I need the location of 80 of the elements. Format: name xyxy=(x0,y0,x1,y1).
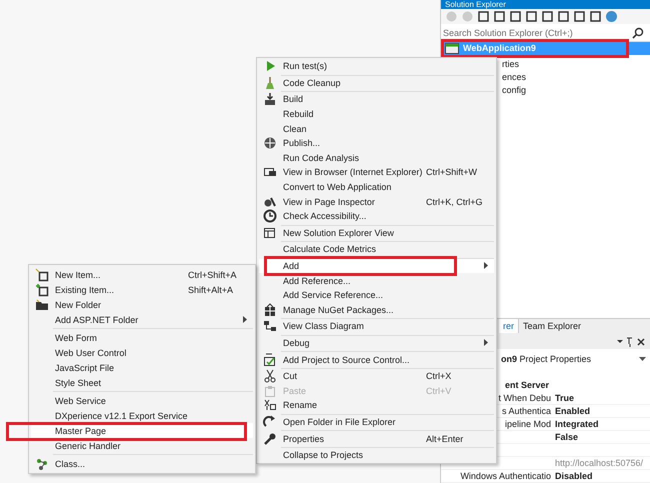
package-icon xyxy=(263,302,277,317)
broom-icon xyxy=(263,76,277,90)
menu-item[interactable]: Class... xyxy=(31,456,253,471)
toolbar-icon[interactable] xyxy=(557,10,570,23)
search-field[interactable]: Search Solution Explorer (Ctrl+;) xyxy=(443,28,632,38)
property-value: Disabled xyxy=(555,470,593,482)
menu-item[interactable]: Web Service xyxy=(31,393,253,408)
menu-item[interactable]: Debug xyxy=(259,336,494,350)
toolbar-icon[interactable] xyxy=(589,10,602,23)
panel-tab[interactable]: Team Explorer xyxy=(518,319,586,333)
menu-item[interactable]: Open Folder in File Explorer xyxy=(259,414,494,430)
menu-item[interactable]: Style Sheet xyxy=(31,375,253,390)
menu-item[interactable]: Cut Ctrl+X xyxy=(259,368,494,384)
menu-item[interactable]: Add Service Reference... xyxy=(259,288,494,302)
property-value: Enabled xyxy=(555,405,590,417)
menu-item[interactable]: Build xyxy=(259,92,494,107)
toolbar-icon[interactable] xyxy=(541,10,554,23)
menu-item[interactable]: Manage NuGet Packages... xyxy=(259,302,494,318)
build-icon xyxy=(263,92,277,106)
folder-icon xyxy=(35,298,49,312)
property-value: http://localhost:50756/ xyxy=(555,457,644,469)
menu-item[interactable]: Add Reference... xyxy=(259,273,494,288)
property-value: True xyxy=(555,392,574,404)
menu-item[interactable]: New Solution Explorer View xyxy=(259,226,494,240)
menu-item[interactable]: Run Code Analysis xyxy=(259,150,494,166)
menu-item[interactable]: Run test(s) xyxy=(259,59,494,74)
redo-icon xyxy=(263,414,277,429)
property-name: Windows Authenticatio xyxy=(459,470,552,482)
menu-item[interactable]: Code Cleanup xyxy=(259,76,494,90)
sourcecontrol-icon xyxy=(263,352,277,367)
menu-item[interactable]: Add ASP.NET Folder xyxy=(31,312,253,327)
menu-item[interactable]: View in Browser (Internet Explorer) Ctrl+Shift+W xyxy=(259,165,494,180)
property-name: s Authentica xyxy=(500,405,552,417)
menu-item[interactable]: Add xyxy=(259,258,494,274)
property-name: ipeline Mod xyxy=(504,418,552,430)
diagram-icon xyxy=(263,319,277,334)
menu-item[interactable]: Publish... xyxy=(259,136,494,151)
toolbar-icon[interactable] xyxy=(477,10,490,23)
rename-icon xyxy=(263,398,277,412)
window-icon xyxy=(263,226,277,240)
menu-item[interactable]: View Class Diagram xyxy=(259,319,494,334)
menu-item[interactable]: Calculate Code Metrics xyxy=(259,242,494,257)
panel-tab[interactable]: rer xyxy=(499,319,518,333)
globe-icon xyxy=(263,136,277,150)
menu-item[interactable]: Existing Item... Shift+Alt+A xyxy=(31,282,253,297)
menu-item[interactable]: DXperience v12.1 Export Service xyxy=(31,408,253,423)
menu-item[interactable]: Rename xyxy=(259,398,494,413)
clock-icon xyxy=(263,209,277,224)
property-value: Integrated xyxy=(555,418,599,430)
panel-title: Solution Explorer xyxy=(444,0,506,9)
scissors-icon xyxy=(263,369,277,384)
existing-icon xyxy=(35,282,49,296)
toolbar-icon[interactable] xyxy=(573,10,586,23)
menu-item[interactable]: Web User Control xyxy=(31,345,253,360)
inspector-icon xyxy=(263,194,277,209)
property-name: t When Debu xyxy=(497,392,552,404)
menu-item[interactable]: Generic Handler xyxy=(31,438,253,453)
property-value: False xyxy=(555,431,578,443)
class-icon xyxy=(35,456,49,470)
menu-item[interactable]: New Folder xyxy=(31,297,253,312)
toolbar-icon[interactable] xyxy=(493,10,506,23)
menu-item[interactable]: Properties Alt+Enter xyxy=(259,431,494,446)
dropdown-arrow-icon xyxy=(639,356,646,362)
toolbar-icon[interactable] xyxy=(509,10,522,23)
pin-close-icon[interactable] xyxy=(616,337,646,347)
menu-item[interactable]: Rebuild xyxy=(259,106,494,122)
toolbar-icon[interactable] xyxy=(525,10,538,23)
menu-item[interactable]: Web Form xyxy=(31,330,253,345)
project-icon xyxy=(445,43,459,54)
wrench-icon xyxy=(263,432,277,446)
menu-item[interactable]: Convert to Web Application xyxy=(259,180,494,194)
newitem-icon xyxy=(35,268,49,282)
menu-item[interactable]: Collapse to Projects xyxy=(259,448,494,462)
menu-item[interactable]: Clean xyxy=(259,121,494,136)
menu-item[interactable]: JavaScript File xyxy=(31,360,253,375)
paste-icon xyxy=(263,384,277,398)
search-icon[interactable] xyxy=(632,27,644,39)
menu-item[interactable]: View in Page Inspector Ctrl+K, Ctrl+G xyxy=(259,194,494,209)
menu-item[interactable]: New Item... Ctrl+Shift+A xyxy=(31,267,253,282)
menu-item[interactable]: Check Accessibility... xyxy=(259,208,494,224)
